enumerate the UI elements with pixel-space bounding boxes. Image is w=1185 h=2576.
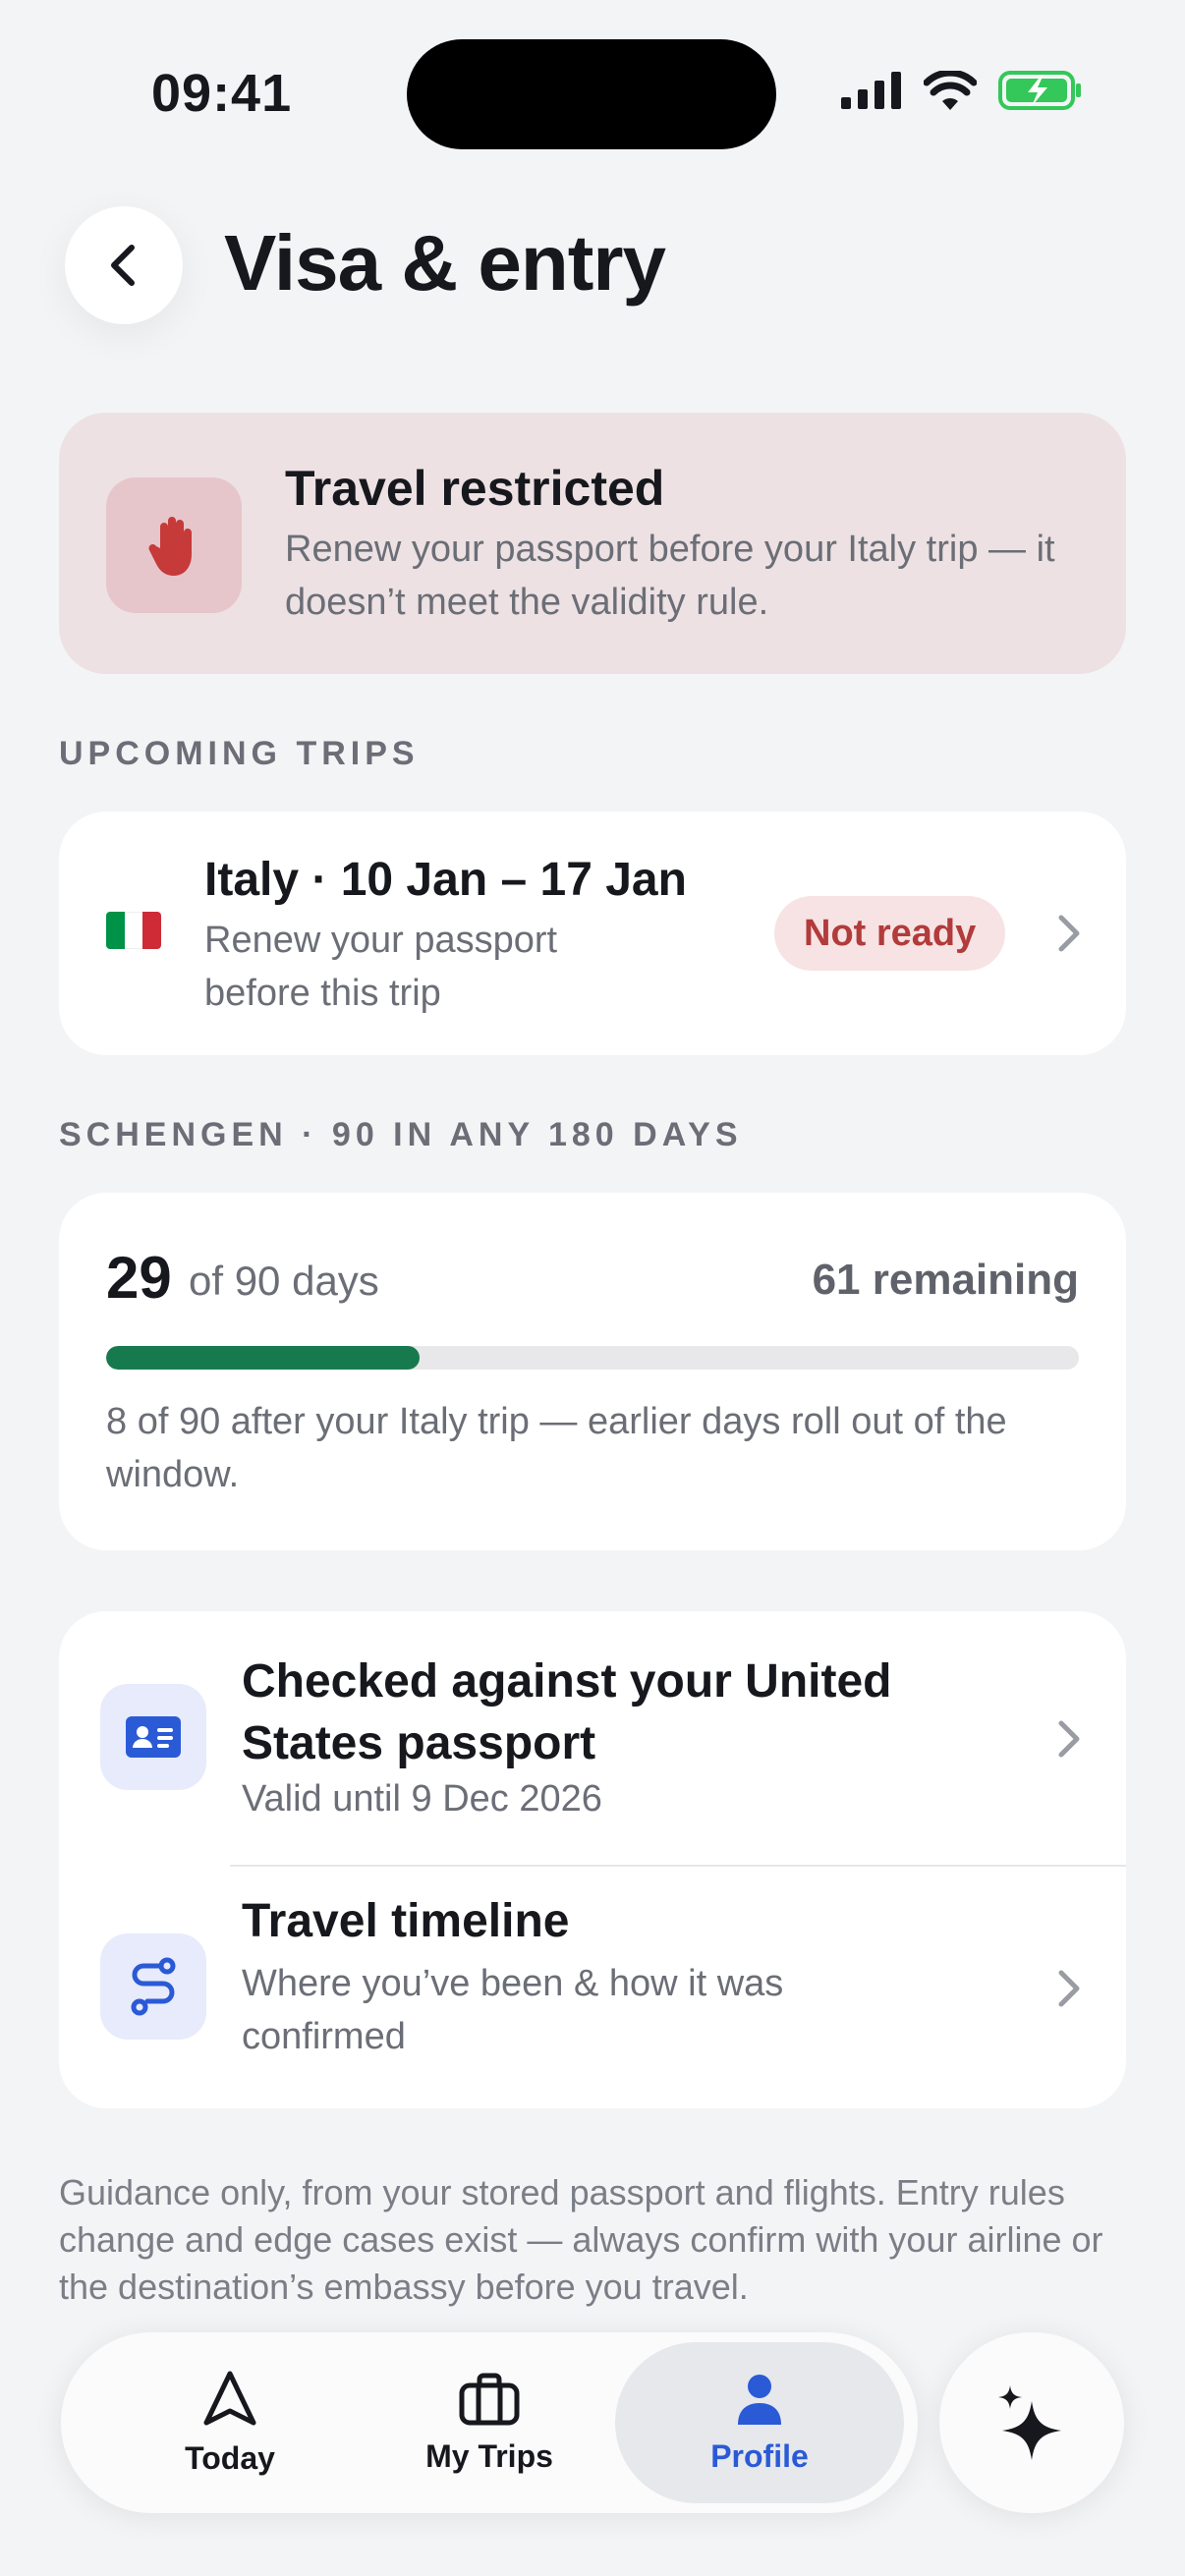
tab-today[interactable]: Today (92, 2342, 367, 2503)
sparkles-icon (998, 2385, 1061, 2460)
days-used-value: 29 (106, 1245, 172, 1311)
passport-row-subtitle: Valid until 9 Dec 2026 (242, 1778, 602, 1820)
trip-card-italy[interactable]: Italy · 10 Jan – 17 Jan Renew your passp… (59, 812, 1126, 1055)
schengen-card: 29 of 90 days 61 remaining 8 of 90 after… (59, 1193, 1126, 1550)
schengen-progress-fill (106, 1346, 420, 1370)
chevron-right-icon (1058, 1720, 1080, 1758)
italy-flag-icon (106, 912, 161, 949)
schengen-progress-bar (106, 1346, 1079, 1370)
navigation-arrow-icon (203, 2371, 256, 2425)
signal-icon (841, 72, 901, 109)
tab-profile[interactable]: Profile (615, 2342, 904, 2503)
alert-body: Renew your passport before your Italy tr… (285, 529, 1055, 623)
hand-stop-icon (106, 477, 242, 613)
status-badge: Not ready (774, 896, 1006, 971)
status-icons (841, 71, 1083, 110)
passport-row[interactable]: Checked against your United States passp… (59, 1611, 1126, 1865)
wifi-icon (924, 71, 977, 110)
route-icon (100, 1933, 206, 2040)
assistant-button[interactable] (939, 2332, 1124, 2513)
status-time: 09:41 (151, 64, 293, 123)
visa-entry-screen: 09:41 Visa & entry Travel restricted Ren… (0, 0, 1185, 2576)
timeline-row-title: Travel timeline (242, 1895, 570, 1947)
tab-bar: Today My Trips Profile (61, 2332, 918, 2513)
upcoming-trips-label: UPCOMING TRIPS (59, 735, 420, 772)
dynamic-island (407, 39, 776, 149)
battery-charging-icon (998, 71, 1081, 110)
chevron-right-icon (1058, 915, 1080, 952)
alert-title: Travel restricted (285, 461, 665, 516)
trip-title: Italy · 10 Jan – 17 Jan (204, 854, 687, 906)
chevron-right-icon (1058, 1970, 1080, 2007)
tab-label-profile: Profile (710, 2437, 809, 2474)
schengen-label: SCHENGEN · 90 IN ANY 180 DAYS (59, 1116, 743, 1153)
passport-row-title: Checked against your United States passp… (242, 1655, 892, 1769)
suitcase-icon (459, 2373, 520, 2425)
disclaimer-text: Guidance only, from your stored passport… (59, 2172, 1103, 2307)
details-list-card: Checked against your United States passp… (59, 1611, 1126, 2108)
id-card-icon (100, 1684, 206, 1790)
days-used-label: of 90 days (189, 1258, 379, 1304)
page-title: Visa & entry (224, 219, 666, 307)
schengen-note: 8 of 90 after your Italy trip — earlier … (106, 1401, 1007, 1495)
days-remaining: 61 remaining (812, 1256, 1079, 1304)
back-button[interactable] (65, 206, 183, 324)
trip-subtitle: Renew your passport before this trip (204, 920, 558, 1014)
travel-timeline-row[interactable]: Travel timeline Where you’ve been & how … (59, 1867, 1126, 2108)
tab-label-my-trips: My Trips (425, 2437, 553, 2474)
tab-my-trips[interactable]: My Trips (352, 2342, 627, 2503)
person-icon (738, 2374, 781, 2425)
timeline-row-subtitle: Where you’ve been & how it was confirmed (242, 1963, 784, 2057)
chevron-left-icon (111, 245, 135, 286)
travel-restricted-alert: Travel restricted Renew your passport be… (59, 413, 1126, 674)
tab-label-today: Today (185, 2439, 275, 2476)
